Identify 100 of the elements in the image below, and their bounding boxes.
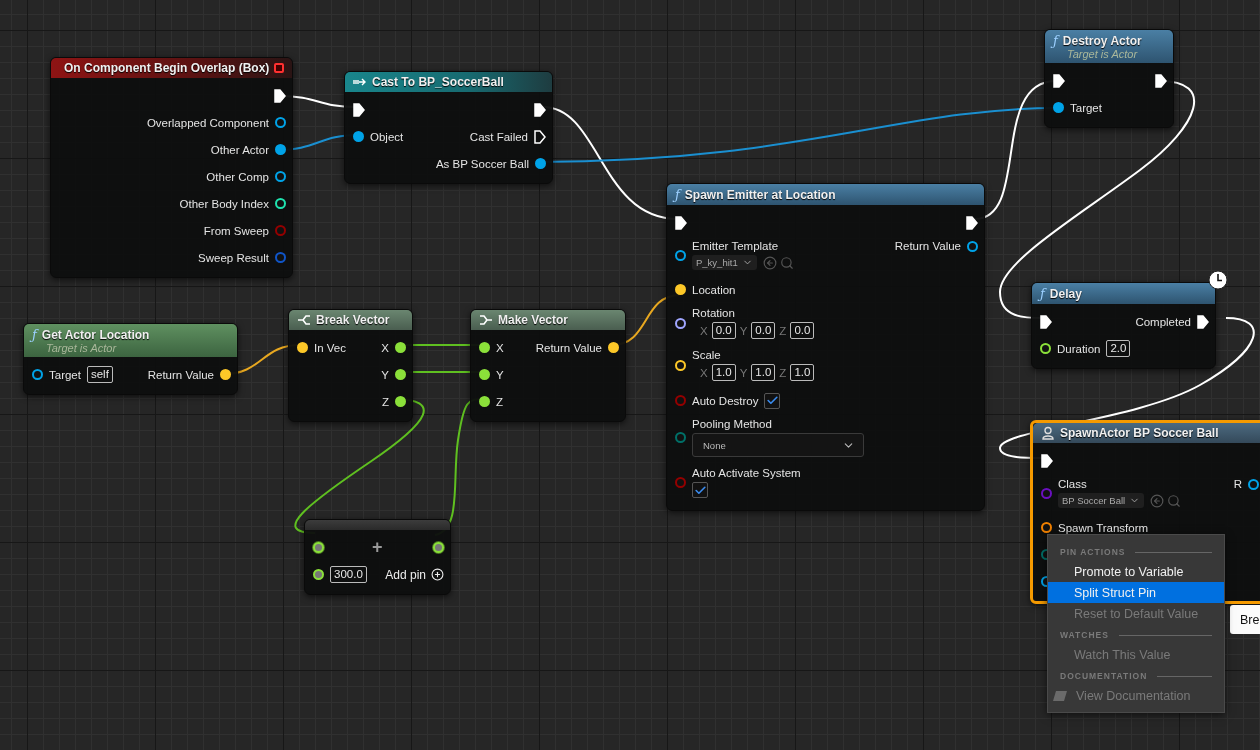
pin-label: Class — [1058, 478, 1088, 490]
graph-node[interactable]: On Component Begin Overlap (Box) Overlapped Component Other Actor Other Comp Other Body Index From Sweep Sweep Result — [50, 57, 293, 278]
make-icon — [479, 314, 493, 326]
add-pin-button[interactable]: Add pin — [385, 567, 444, 582]
data-pin[interactable] — [275, 117, 286, 128]
number-field[interactable]: 0.0 — [711, 322, 736, 339]
data-pin[interactable] — [1248, 478, 1259, 490]
axis-label: X — [700, 324, 708, 337]
delegate-icon[interactable] — [274, 63, 285, 73]
pin-label: From Sweep — [203, 224, 269, 237]
pin-label: Auto Activate System — [692, 467, 801, 479]
node-subtitle: Target is Actor — [1066, 48, 1139, 60]
exec-pin[interactable] — [1040, 314, 1052, 329]
pin-label: Emitter Template — [692, 240, 780, 252]
node-title: Spawn Emitter at Location — [684, 187, 836, 202]
pin-label: Pooling Method — [692, 418, 773, 430]
data-pin[interactable] — [967, 240, 978, 252]
plus-icon — [431, 568, 444, 581]
node-title: Destroy Actor — [1062, 33, 1142, 48]
data-pin[interactable] — [275, 144, 286, 155]
number-field[interactable]: 0.0 — [790, 322, 815, 339]
pin-label: X — [496, 341, 504, 354]
number-field[interactable]: 1.0 — [790, 364, 815, 381]
number-field[interactable]: 1.0 — [751, 364, 776, 381]
book-icon — [1052, 689, 1068, 702]
menu-item[interactable]: Split Struct Pin — [1048, 582, 1224, 603]
pin-label: Other Comp — [206, 170, 269, 183]
axis-label: X — [700, 366, 708, 379]
node-title: Make Vector — [498, 313, 569, 327]
pin-label: Cast Failed — [469, 130, 528, 143]
node-title: SpawnActor BP Soccer Ball — [1060, 426, 1219, 440]
node-subtitle: Target is Actor — [45, 342, 118, 354]
data-pin[interactable] — [535, 158, 546, 169]
pin-label: R — [1233, 478, 1242, 490]
graph-node[interactable]: ƒ Get Actor Location Target is Actor Target self Return Value — [23, 323, 238, 395]
pin-label: Return Value — [147, 368, 214, 381]
exec-pin[interactable] — [675, 215, 687, 230]
pin-label: Completed — [1135, 315, 1191, 328]
exec-pin[interactable] — [534, 129, 546, 144]
value-field[interactable]: 2.0 — [1106, 340, 1131, 357]
graph-node[interactable]: ƒ Destroy Actor Target is Actor Target — [1044, 29, 1174, 128]
exec-pin[interactable] — [274, 88, 286, 103]
dropdown[interactable]: None — [692, 433, 864, 457]
checkbox[interactable] — [764, 392, 781, 409]
axis-label: Y — [739, 324, 748, 337]
menu-heading: DOCUMENTATION — [1060, 671, 1148, 681]
graph-node[interactable]: Cast To BP_SoccerBall Object Cast Failed As BP Soccer Ball — [344, 71, 553, 184]
exec-pin[interactable] — [534, 102, 546, 117]
use-asset-icon[interactable] — [762, 255, 777, 270]
node-title: Cast To BP_SoccerBall — [372, 75, 504, 89]
pin-label: Other Actor — [210, 143, 269, 156]
pin-label: X — [381, 341, 389, 354]
pin-label: Z — [381, 395, 389, 408]
data-pin[interactable] — [675, 249, 686, 261]
pin-label: Location — [692, 283, 736, 296]
pin-label: Duration — [1057, 342, 1101, 355]
graph-node[interactable]: 300.0 Add pin + — [304, 519, 451, 595]
pin-label: Rotation — [692, 307, 736, 319]
pin-label: Scale — [692, 349, 722, 361]
pin-label: Target — [1070, 101, 1102, 114]
operator-label: + — [372, 537, 383, 558]
axis-label: Z — [779, 366, 787, 379]
use-asset-icon[interactable] — [1150, 493, 1165, 508]
data-pin[interactable] — [275, 171, 286, 182]
break-icon — [297, 314, 311, 326]
pin-label: Y — [381, 368, 389, 381]
node-title: Get Actor Location — [41, 327, 150, 342]
popup-label[interactable]: Bre — [1230, 605, 1260, 634]
exec-pin[interactable] — [1197, 314, 1209, 329]
menu-heading: WATCHES — [1060, 630, 1109, 640]
graph-node[interactable]: ƒ Delay Completed Duration 2.0 — [1031, 282, 1216, 369]
pin-label: Z — [496, 395, 504, 408]
exec-pin[interactable] — [353, 102, 365, 117]
pin-label: Return Value — [535, 341, 602, 354]
pin-label: Overlapped Component — [146, 116, 269, 129]
data-pin[interactable] — [32, 369, 43, 380]
value-field[interactable]: self — [86, 366, 113, 383]
pin-label: Return Value — [894, 240, 961, 252]
asset-picker[interactable]: BP Soccer Ball — [1058, 493, 1145, 508]
asset-picker[interactable]: P_ky_hit1 — [692, 255, 757, 270]
actor-icon — [1041, 426, 1055, 440]
exec-pin[interactable] — [1155, 73, 1167, 88]
cast-icon — [353, 77, 367, 87]
exec-pin[interactable] — [1053, 73, 1065, 88]
exec-pin[interactable] — [966, 215, 978, 230]
data-pin[interactable] — [353, 131, 364, 142]
pin-label: Object — [370, 130, 404, 143]
node-title: On Component Begin Overlap (Box) — [64, 61, 270, 75]
data-pin[interactable] — [1053, 102, 1064, 113]
number-field[interactable]: 0.0 — [751, 322, 776, 339]
number-field[interactable]: 1.0 — [711, 364, 736, 381]
value-field[interactable]: 300.0 — [330, 566, 367, 583]
exec-pin[interactable] — [1041, 453, 1053, 468]
checkbox[interactable] — [692, 482, 708, 498]
data-pin[interactable] — [675, 317, 686, 329]
menu-item[interactable]: Promote to Variable — [1048, 561, 1224, 582]
node-title: Delay — [1049, 286, 1082, 301]
pin-label: Auto Destroy — [692, 394, 759, 407]
pin-label: Sweep Result — [198, 251, 269, 264]
graph-node[interactable]: ƒ Spawn Emitter at Location Emitter Template P_ky_hit1 Return Value Location Rotation X 0.0 Y 0.0 Z 0.0 Scale X 1.0 Y 1.0 Z 1.0 Auto Destroy Pooling Method None Auto Activate System — [666, 183, 985, 511]
